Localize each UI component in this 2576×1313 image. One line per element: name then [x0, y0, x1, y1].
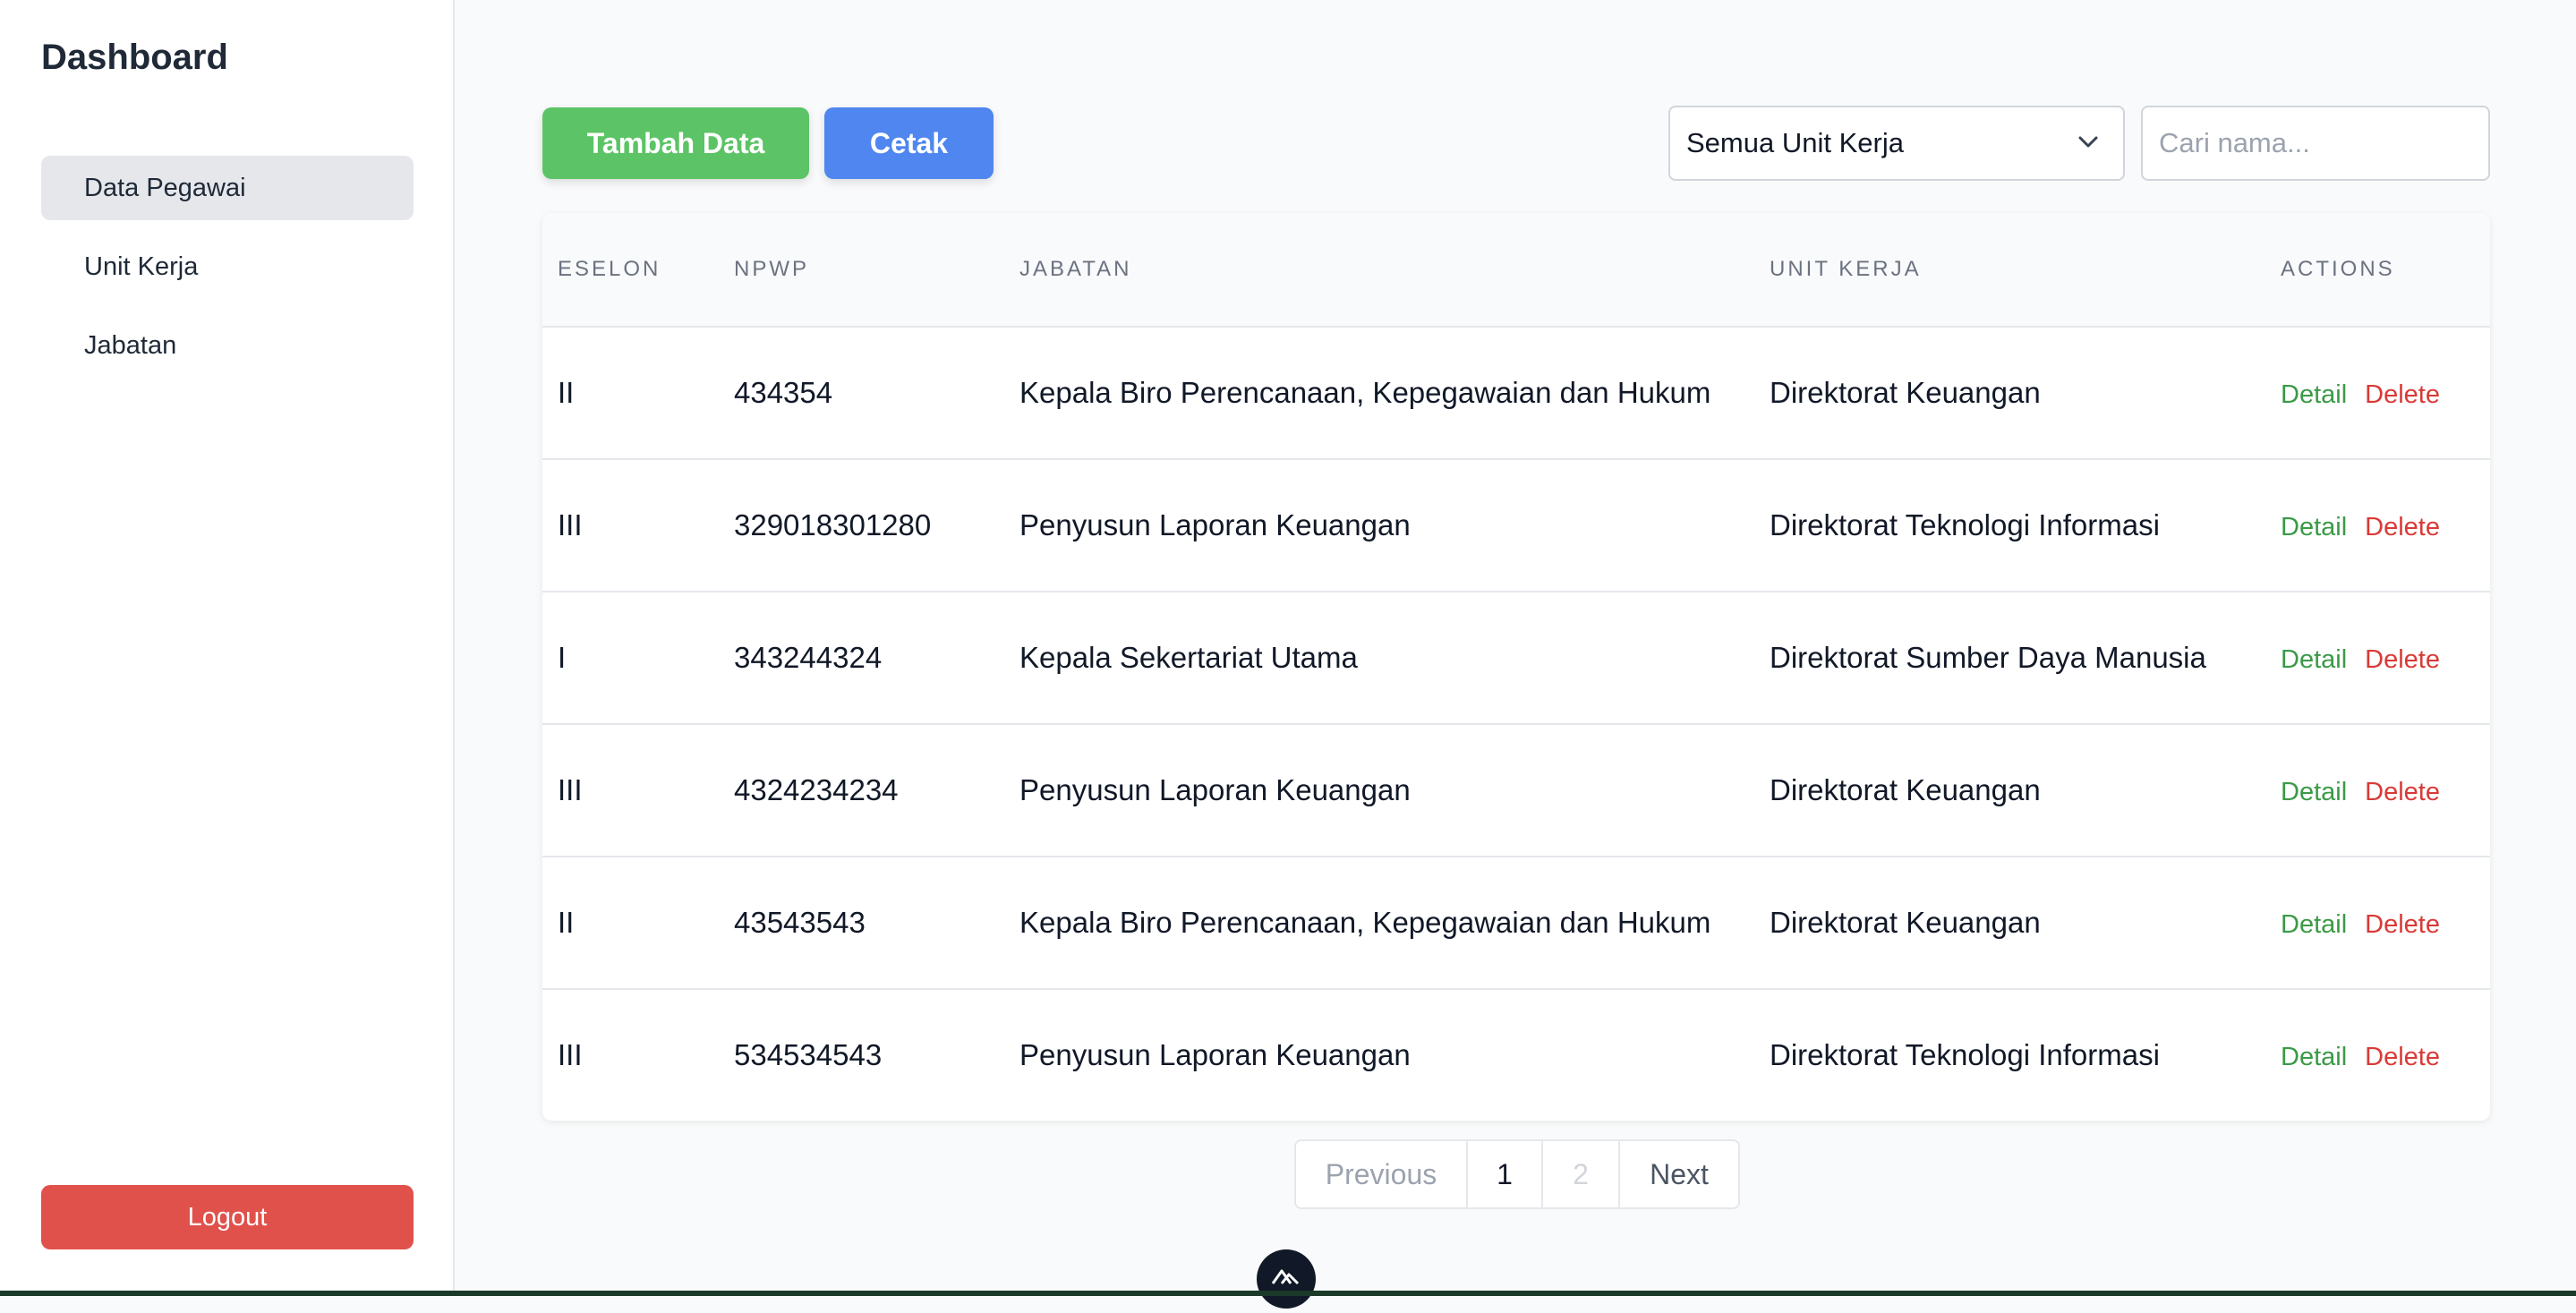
bottom-edge	[0, 1291, 2576, 1296]
sidebar: Dashboard Data Pegawai Unit Kerja Jabata…	[0, 0, 455, 1296]
cell-unit-kerja: Direktorat Keuangan	[1754, 724, 2265, 857]
cell-jabatan: Kepala Biro Perencanaan, Kepegawaian dan…	[1004, 857, 1754, 990]
detail-link[interactable]: Detail	[2281, 645, 2347, 674]
main-content: Tambah Data Cetak Semua Unit Kerja ESELO…	[455, 0, 2576, 1296]
cell-actions: Detail Delete	[2265, 592, 2490, 725]
cell-jabatan: Penyusun Laporan Keuangan	[1019, 1038, 1411, 1071]
cell-eselon: II	[542, 327, 719, 460]
unit-kerja-select-value: Semua Unit Kerja	[1686, 127, 1904, 158]
detail-link[interactable]: Detail	[2281, 910, 2347, 939]
cell-unit-kerja: Direktorat Keuangan	[1754, 327, 2265, 460]
table-row: II 43543543 Kepala Biro Perencanaan, Kep…	[542, 857, 2490, 990]
detail-link[interactable]: Detail	[2281, 380, 2347, 409]
delete-link[interactable]: Delete	[2365, 513, 2440, 541]
unit-kerja-select[interactable]: Semua Unit Kerja	[1668, 106, 2125, 181]
cell-npwp: 534534543	[734, 1038, 883, 1071]
column-header-actions: ACTIONS	[2265, 213, 2490, 328]
cell-npwp: 329018301280	[719, 459, 1004, 593]
add-data-button[interactable]: Tambah Data	[542, 107, 809, 179]
delete-link[interactable]: Delete	[2365, 778, 2440, 806]
cell-eselon: II	[542, 857, 719, 990]
cell-unit-kerja: Direktorat Keuangan	[1754, 857, 2265, 990]
sidebar-brand: Dashboard	[41, 38, 228, 77]
cell-eselon: III	[558, 1038, 583, 1071]
detail-link[interactable]: Detail	[2281, 1043, 2347, 1071]
cell-actions: Detail Delete	[2265, 327, 2490, 460]
cell-npwp: 434354	[719, 327, 1004, 460]
table-row: II 434354 Kepala Biro Perencanaan, Kepeg…	[542, 327, 2490, 460]
sidebar-item-unit-kerja[interactable]: Unit Kerja	[41, 234, 414, 299]
search-input[interactable]	[2141, 106, 2490, 181]
table-header-row: ESELON NPWP JABATAN UNIT KERJA ACTIONS	[542, 213, 2490, 328]
cell-unit-kerja: Direktorat Sumber Daya Manusia	[1754, 592, 2265, 725]
cell-npwp: 43543543	[719, 857, 1004, 990]
cell-unit-kerja: Direktorat Teknologi Informasi	[1754, 459, 2265, 593]
cell-eselon: III	[542, 724, 719, 857]
table-row: III 4324234234 Penyusun Laporan Keuangan…	[542, 724, 2490, 857]
delete-link[interactable]: Delete	[2365, 380, 2440, 409]
cell-jabatan: Penyusun Laporan Keuangan	[1004, 459, 1754, 593]
cell-eselon: III	[542, 459, 719, 593]
pagination-page-2[interactable]: 2	[1543, 1141, 1620, 1207]
devtools-logo-icon[interactable]	[1257, 1249, 1316, 1309]
delete-link[interactable]: Delete	[2365, 1043, 2440, 1071]
cell-jabatan: Kepala Sekertariat Utama	[1004, 592, 1754, 725]
cell-npwp: 343244324	[719, 592, 1004, 725]
cell-eselon: I	[542, 592, 719, 725]
pagination: Previous 1 2 Next	[1294, 1139, 1740, 1209]
cell-actions: Detail Delete	[2265, 857, 2490, 990]
chevron-down-icon	[2077, 107, 2100, 207]
column-header-eselon: ESELON	[542, 213, 719, 328]
logout-button[interactable]: Logout	[41, 1185, 414, 1249]
detail-link[interactable]: Detail	[2281, 513, 2347, 541]
cell-unit-kerja: Direktorat Teknologi Informasi	[1770, 1038, 2160, 1071]
delete-link[interactable]: Delete	[2365, 645, 2440, 674]
pagination-previous[interactable]: Previous	[1296, 1141, 1468, 1207]
detail-link[interactable]: Detail	[2281, 778, 2347, 806]
delete-link[interactable]: Delete	[2365, 910, 2440, 939]
employee-table: ESELON NPWP JABATAN UNIT KERJA ACTIONS I…	[542, 213, 2490, 1121]
table-row: I 343244324 Kepala Sekertariat Utama Dir…	[542, 592, 2490, 725]
column-header-jabatan: JABATAN	[1004, 213, 1754, 328]
table-row: III 329018301280 Penyusun Laporan Keuang…	[542, 459, 2490, 593]
cell-actions: Detail Delete	[2265, 724, 2490, 857]
cell-actions: Detail Delete	[2265, 989, 2490, 1121]
cell-actions: Detail Delete	[2265, 459, 2490, 593]
column-header-npwp: NPWP	[719, 213, 1004, 328]
sidebar-item-jabatan[interactable]: Jabatan	[41, 313, 414, 378]
table-row: III 534534543 Penyusun Laporan Keuangan …	[542, 989, 2490, 1121]
cell-jabatan: Penyusun Laporan Keuangan	[1004, 724, 1754, 857]
cell-jabatan: Kepala Biro Perencanaan, Kepegawaian dan…	[1004, 327, 1754, 460]
sidebar-item-data-pegawai[interactable]: Data Pegawai	[41, 156, 414, 220]
cell-npwp: 4324234234	[719, 724, 1004, 857]
print-button[interactable]: Cetak	[824, 107, 994, 179]
pagination-next[interactable]: Next	[1620, 1141, 1738, 1207]
sidebar-nav: Data Pegawai Unit Kerja Jabatan	[41, 156, 414, 392]
pagination-page-1[interactable]: 1	[1468, 1141, 1543, 1207]
column-header-unit-kerja: UNIT KERJA	[1754, 213, 2265, 328]
